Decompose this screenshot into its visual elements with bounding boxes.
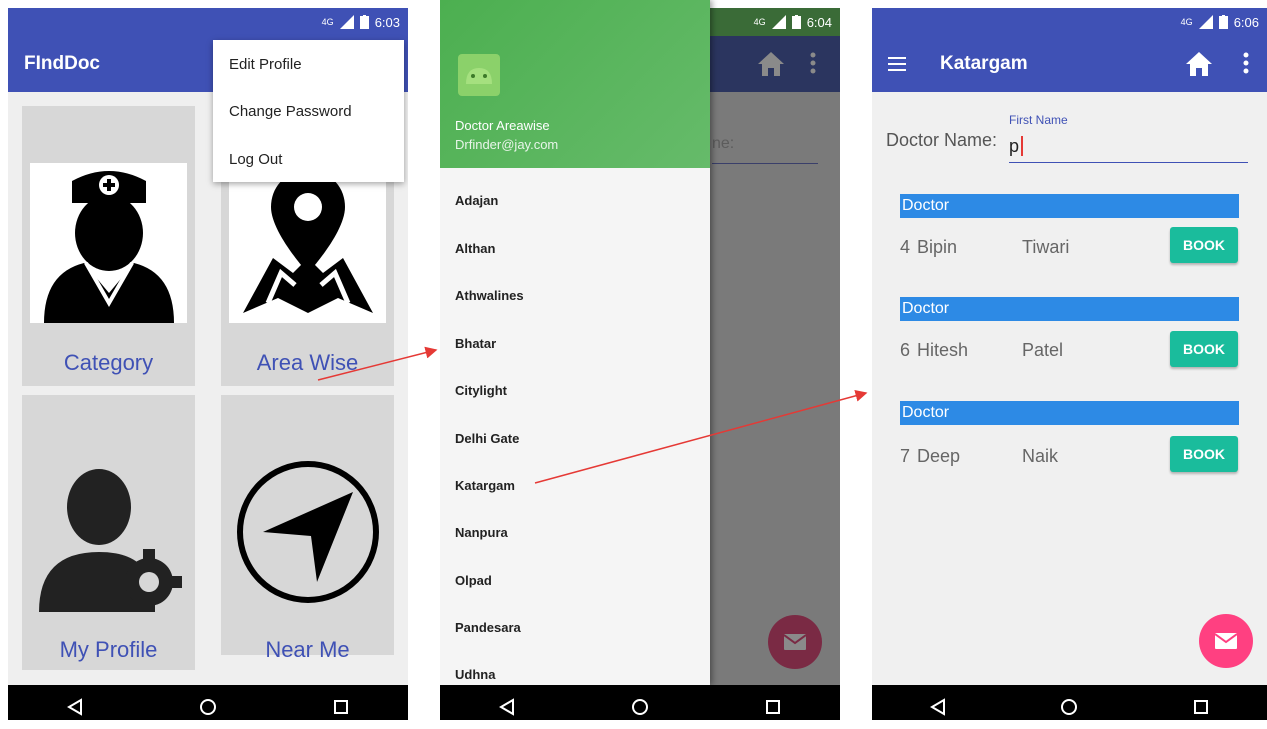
arrow-area-wise-to-drawer [317,346,438,381]
arrow-katargam-to-list [534,389,868,484]
flow-arrows [317,346,868,484]
